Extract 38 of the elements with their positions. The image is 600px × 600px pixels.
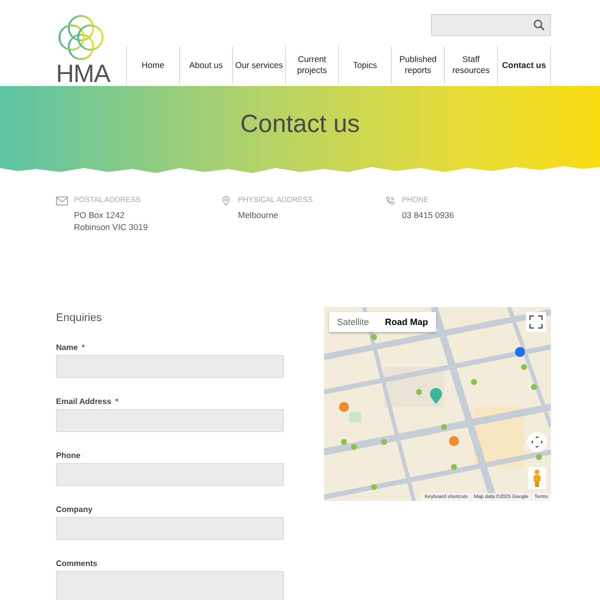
nav-link[interactable]: Topics <box>338 46 391 84</box>
contact-value: 03 8415 0936 <box>402 209 454 221</box>
arrows-icon <box>530 435 544 449</box>
input-field[interactable] <box>56 517 284 540</box>
page-title: Contact us <box>240 110 360 140</box>
field-label: Phone <box>56 451 80 460</box>
form-title: Enquiries <box>56 312 103 324</box>
nav-link[interactable]: Our services <box>232 46 285 84</box>
input-field[interactable] <box>56 355 284 378</box>
search-field[interactable] <box>431 14 551 36</box>
required-mark: * <box>82 343 85 352</box>
nav-link[interactable]: Published reports <box>391 46 444 84</box>
required-mark: * <box>115 397 118 406</box>
location-pin-icon <box>220 196 232 206</box>
nav-link[interactable]: Staff resources <box>444 46 497 84</box>
nav-link[interactable]: Home <box>126 46 179 84</box>
nav-link[interactable]: Current projects <box>285 46 338 84</box>
map-type-tab[interactable]: Road Map <box>377 312 436 332</box>
phone-icon <box>384 196 396 206</box>
field-label: Company <box>56 505 92 514</box>
field-label: Name <box>56 343 78 352</box>
logo-text: HMA <box>56 62 110 86</box>
logo-icon <box>56 14 106 61</box>
contact-value: Robinson VIC 3019 <box>74 221 148 233</box>
fullscreen-icon <box>529 315 543 329</box>
map-type-tab[interactable]: Satellite <box>329 312 378 332</box>
mail-icon <box>56 196 68 206</box>
fullscreen-button[interactable] <box>526 312 546 332</box>
field-label: Comments <box>56 559 98 568</box>
nav-link[interactable]: About us <box>179 46 232 84</box>
street-view-button[interactable] <box>528 467 546 489</box>
contact-value: PO Box 1242 <box>74 209 126 221</box>
nav-link[interactable]: Contact us <box>497 46 550 84</box>
search-icon[interactable] <box>533 19 545 31</box>
input-field[interactable] <box>56 463 284 486</box>
input-field[interactable] <box>56 409 284 432</box>
contact-value: Melbourne <box>238 209 280 221</box>
field-label: Email Address <box>56 397 112 406</box>
